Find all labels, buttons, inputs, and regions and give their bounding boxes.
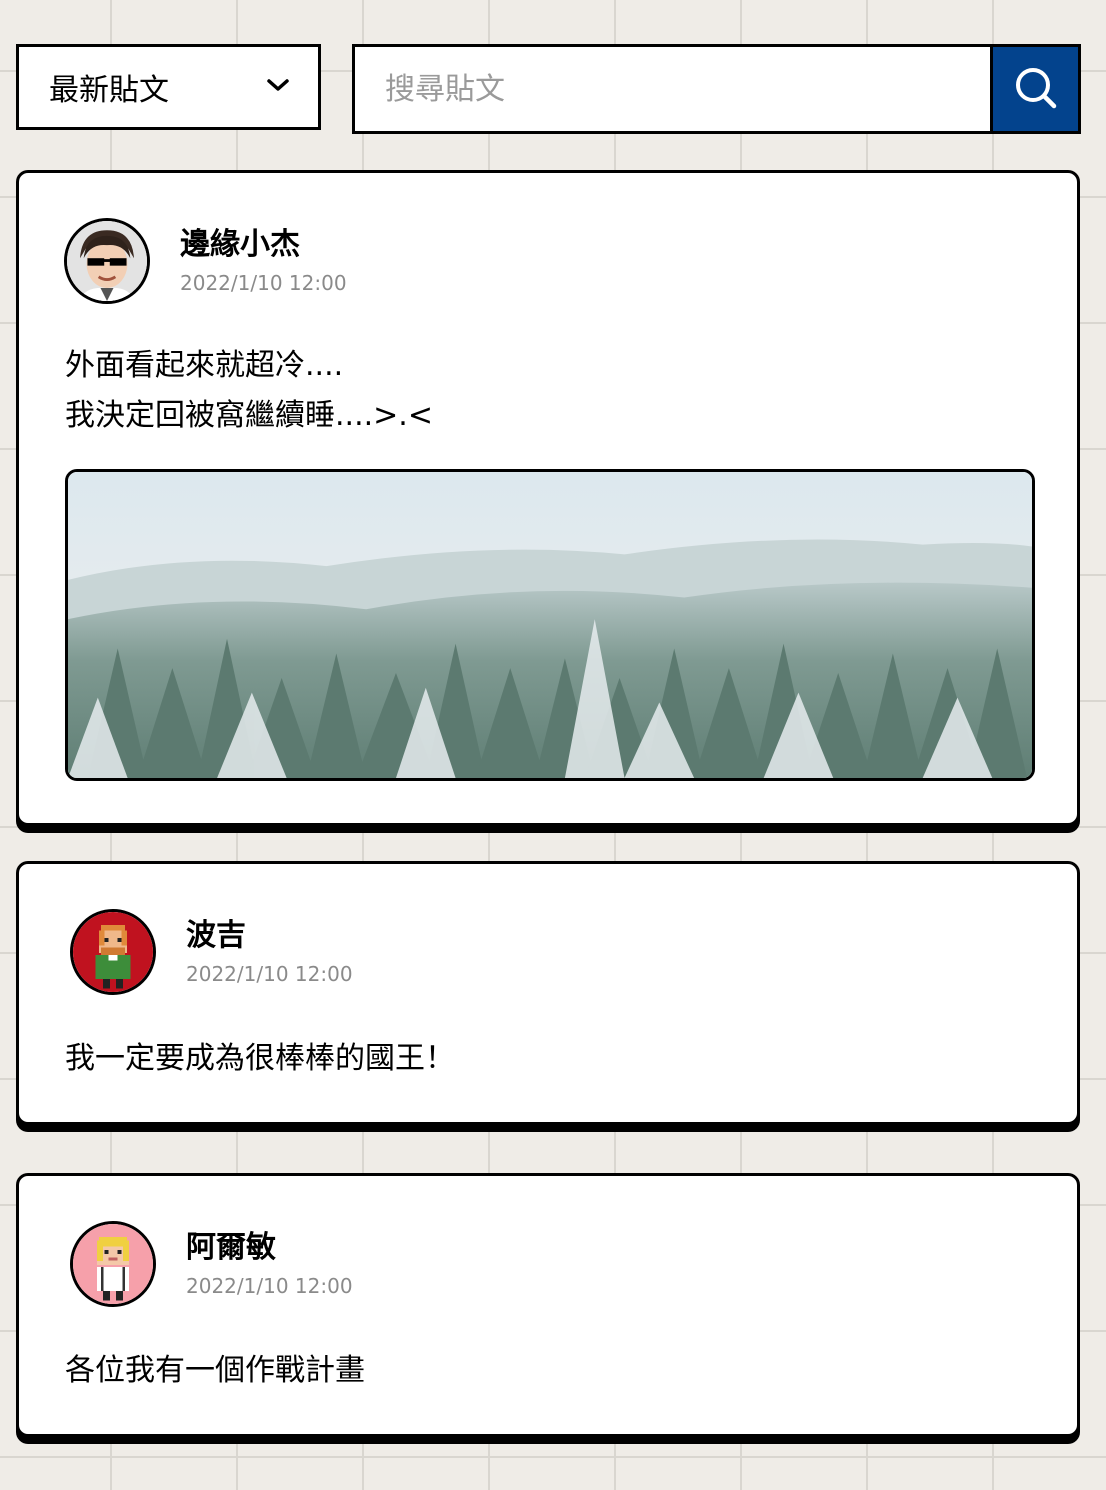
post-date: 2022/1/10 12:00 xyxy=(186,962,353,986)
post-date: 2022/1/10 12:00 xyxy=(186,1274,353,1298)
search-button[interactable] xyxy=(990,47,1078,131)
post-date: 2022/1/10 12:00 xyxy=(180,271,347,295)
search-input[interactable] xyxy=(355,47,990,131)
avatar-pixel-pink-icon[interactable] xyxy=(70,1221,156,1307)
avatar-sunglasses-icon[interactable] xyxy=(64,218,150,304)
post-content-line: 我決定回被窩繼續睡....>.< xyxy=(65,398,433,433)
post-content-line: 我一定要成為很棒棒的國王！ xyxy=(65,1041,455,1076)
snowy-forest-image[interactable] xyxy=(65,469,1035,781)
post-card: 阿爾敏 2022/1/10 12:00 各位我有一個作戰計畫 xyxy=(16,1173,1080,1437)
avatar-pixel-red-icon[interactable] xyxy=(70,909,156,995)
post-content: 外面看起來就超冷.... 我決定回被窩繼續睡....>.< xyxy=(65,341,433,441)
post-card: 波吉 2022/1/10 12:00 我一定要成為很棒棒的國王！ xyxy=(16,861,1080,1125)
post-card: 邊緣小杰 2022/1/10 12:00 外面看起來就超冷.... 我決定回被窩… xyxy=(16,170,1080,826)
post-content: 各位我有一個作戰計畫 xyxy=(65,1346,365,1396)
post-content: 我一定要成為很棒棒的國王！ xyxy=(65,1034,455,1084)
post-author[interactable]: 邊緣小杰 xyxy=(180,227,347,263)
post-content-line: 外面看起來就超冷.... xyxy=(65,348,344,383)
search-icon xyxy=(1013,65,1059,114)
search-bar xyxy=(352,44,1081,134)
sort-select-label: 最新貼文 xyxy=(49,73,169,108)
chevron-down-icon xyxy=(266,77,290,97)
sort-select[interactable]: 最新貼文 xyxy=(16,44,321,130)
post-author[interactable]: 阿爾敏 xyxy=(186,1230,353,1266)
post-content-line: 各位我有一個作戰計畫 xyxy=(65,1353,365,1388)
post-author[interactable]: 波吉 xyxy=(186,918,353,954)
